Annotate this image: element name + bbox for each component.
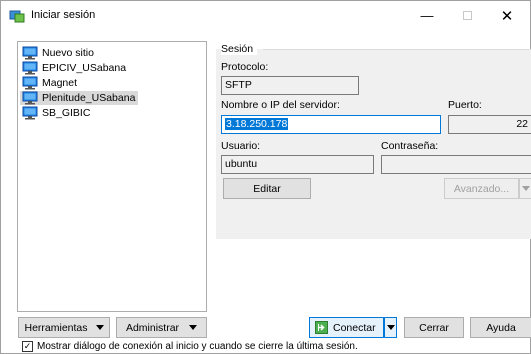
connect-button[interactable]: Conectar (309, 317, 384, 338)
port-label: Puerto: (448, 99, 482, 111)
chevron-down-icon (521, 186, 530, 191)
site-list-item[interactable]: Magnet (20, 76, 80, 90)
maximize-button (447, 1, 487, 30)
computer-icon (22, 106, 38, 120)
site-list-item[interactable]: EPICIV_USabana (20, 61, 129, 75)
site-label: EPICIV_USabana (42, 62, 127, 74)
maximize-icon (462, 11, 472, 20)
user-label: Usuario: (221, 140, 261, 152)
tools-label: Herramientas (24, 321, 88, 334)
site-list-item[interactable]: SB_GIBIC (20, 106, 93, 120)
password-input[interactable] (381, 155, 531, 174)
manage-label: Administrar (125, 321, 180, 334)
protocol-label: Protocolo: (221, 61, 269, 73)
connect-dropdown-button[interactable] (384, 317, 397, 338)
computer-icon (22, 76, 38, 90)
window-title: Iniciar sesión (31, 9, 96, 21)
advanced-label: Avanzado... (453, 182, 510, 195)
group-divider (263, 49, 531, 50)
site-label: Nuevo sitio (42, 47, 94, 59)
show-dialog-checkbox[interactable]: ✓ (22, 341, 33, 352)
user-input[interactable]: ubuntu (221, 155, 374, 174)
site-list[interactable]: Nuevo sitio EPICIV_USabana Magnet Plenitude… (17, 41, 207, 312)
host-value: 3.18.250.178 (225, 118, 289, 130)
connect-label: Conectar (333, 321, 376, 334)
show-dialog-label: Mostrar diálogo de conexión al inicio y … (37, 341, 358, 352)
close-window-button[interactable]: ✕ (487, 1, 527, 30)
close-button[interactable]: Cerrar (404, 317, 464, 338)
chevron-down-icon (95, 325, 104, 330)
session-group-title: Sesión (221, 43, 258, 55)
computer-icon (22, 91, 38, 105)
site-list-item[interactable]: Nuevo sitio (20, 46, 97, 60)
site-label: Magnet (42, 77, 78, 89)
minimize-button[interactable]: — (407, 1, 447, 30)
site-label: Plenitude_USabana (42, 92, 136, 104)
help-button[interactable]: Ayuda (470, 317, 531, 338)
host-label: Nombre o IP del servidor: (221, 99, 340, 111)
connect-icon (315, 321, 328, 334)
advanced-button[interactable]: Avanzado... (444, 178, 519, 199)
host-input[interactable]: 3.18.250.178 (221, 115, 441, 134)
tools-button[interactable]: Herramientas (18, 317, 110, 338)
minimize-icon: — (420, 8, 434, 23)
title-bar: Iniciar sesión — ✕ (1, 1, 530, 30)
close-icon: ✕ (500, 7, 514, 25)
manage-button[interactable]: Administrar (116, 317, 207, 338)
site-list-item[interactable]: Plenitude_USabana (20, 91, 139, 105)
port-input[interactable]: 22 (448, 115, 531, 134)
computer-icon (22, 46, 38, 60)
protocol-field[interactable]: SFTP (221, 76, 359, 95)
winscp-app-icon (9, 10, 25, 23)
advanced-dropdown-button[interactable] (519, 178, 531, 199)
edit-button[interactable]: Editar (223, 178, 311, 199)
site-label: SB_GIBIC (42, 107, 91, 119)
checkmark-icon: ✓ (23, 341, 32, 351)
chevron-down-icon (386, 325, 395, 330)
chevron-down-icon (189, 325, 198, 330)
password-label: Contraseña: (381, 140, 439, 152)
login-dialog: Iniciar sesión — ✕ Nuevo sitio EPICIV_USa… (0, 0, 531, 354)
computer-icon (22, 61, 38, 75)
